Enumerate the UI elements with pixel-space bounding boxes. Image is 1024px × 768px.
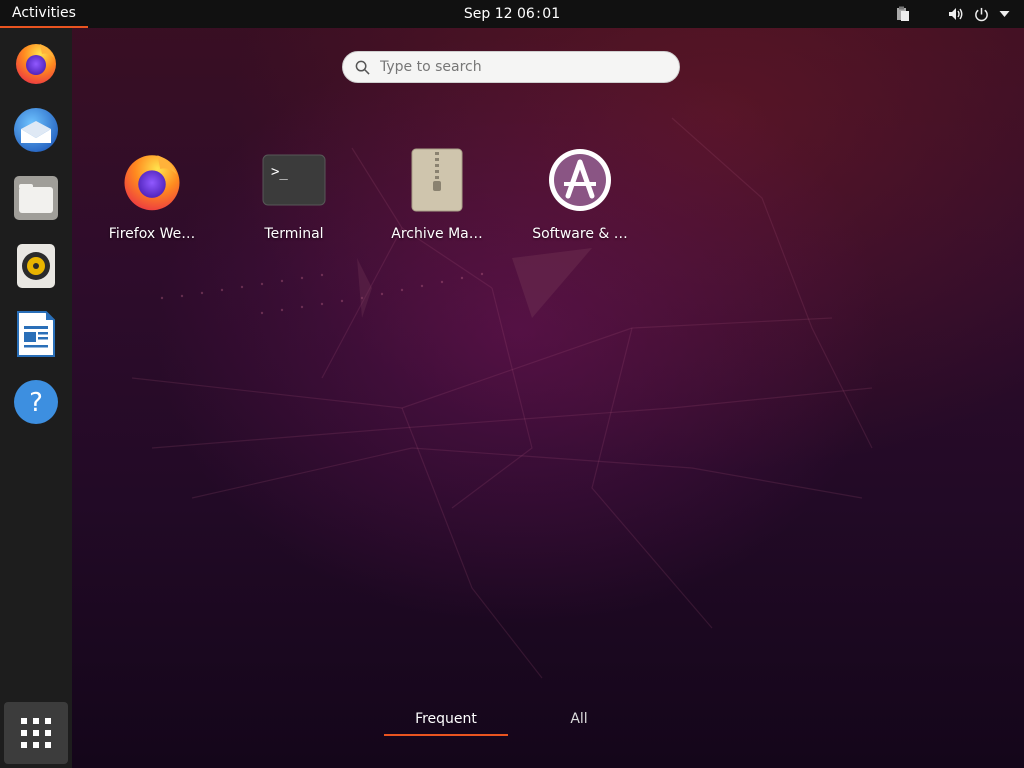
search-icon <box>355 60 370 75</box>
clock-date-time[interactable]: Sep 12 06 : 01 <box>412 0 612 28</box>
svg-text:?: ? <box>29 388 43 418</box>
system-tray[interactable] <box>896 0 1010 28</box>
dock: ? <box>0 28 72 768</box>
wallpaper-background <box>131 117 873 679</box>
menu-arrow-icon[interactable] <box>999 0 1010 28</box>
top-bar: Activities Sep 12 06 : 01 <box>0 0 1024 28</box>
dock-item-firefox[interactable] <box>8 34 64 90</box>
svg-text:>_: >_ <box>271 164 288 180</box>
power-icon[interactable] <box>974 0 989 28</box>
clipboard-icon[interactable] <box>896 0 910 28</box>
terminal-icon: >_ <box>258 144 330 216</box>
view-switcher: Frequent All <box>384 704 644 738</box>
help-icon: ? <box>14 380 58 424</box>
activities-button[interactable]: Activities <box>0 0 88 28</box>
app-terminal[interactable]: >_ Terminal <box>232 140 356 250</box>
app-software-updates[interactable]: Software & … <box>518 140 642 250</box>
files-icon <box>14 176 58 220</box>
show-applications-icon <box>21 718 51 748</box>
app-archive-manager[interactable]: Archive Ma… <box>375 140 499 250</box>
writer-icon <box>17 311 55 357</box>
app-firefox[interactable]: Firefox We… <box>90 140 214 250</box>
firefox-icon <box>16 44 56 84</box>
dock-item-libreoffice-writer[interactable] <box>8 306 64 362</box>
firefox-icon <box>116 144 188 216</box>
tab-all[interactable]: All <box>514 704 644 734</box>
search-input[interactable] <box>380 59 650 75</box>
app-label: Software & … <box>532 226 628 242</box>
tab-frequent[interactable]: Frequent <box>384 704 508 736</box>
app-label: Terminal <box>264 226 324 242</box>
dock-item-help[interactable]: ? <box>8 374 64 430</box>
thunderbird-icon <box>14 108 58 152</box>
search-bar[interactable] <box>342 51 680 83</box>
archive-manager-icon <box>401 144 473 216</box>
dock-item-rhythmbox[interactable] <box>8 238 64 294</box>
show-applications-button[interactable] <box>4 702 68 764</box>
software-updates-icon <box>544 144 616 216</box>
app-label: Archive Ma… <box>391 226 483 242</box>
volume-icon[interactable] <box>948 0 964 28</box>
app-label: Firefox We… <box>108 226 196 242</box>
dock-item-files[interactable] <box>8 170 64 226</box>
dock-item-thunderbird[interactable] <box>8 102 64 158</box>
rhythmbox-icon <box>17 244 55 288</box>
